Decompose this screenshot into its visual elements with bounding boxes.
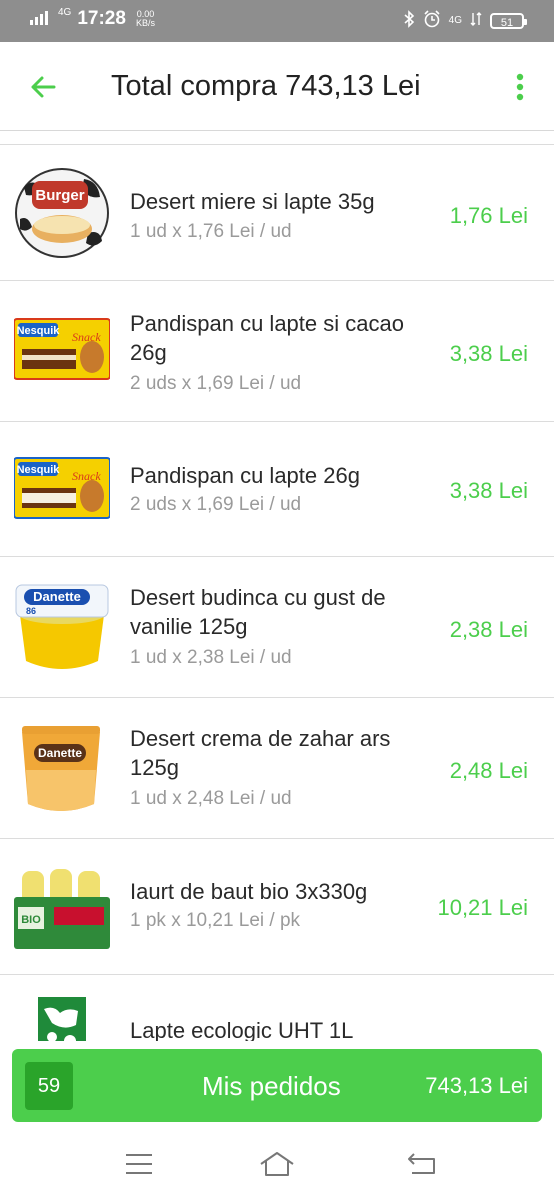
arrow-left-icon[interactable] xyxy=(28,72,58,102)
menu-icon[interactable] xyxy=(124,1152,154,1181)
svg-text:Burger: Burger xyxy=(35,187,84,204)
danette-caramel-image: Danette xyxy=(18,720,104,816)
product-name: Lapte ecologic UHT 1L xyxy=(130,1018,354,1041)
product-name: Iaurt de baut bio 3x330g xyxy=(130,879,368,904)
product-name: Desert crema de zahar ars 125g xyxy=(130,726,391,780)
svg-text:Nesquik: Nesquik xyxy=(17,464,61,476)
more-vertical-icon[interactable] xyxy=(510,72,530,102)
product-quantity: 1 ud x 2,38 Lei / ud xyxy=(130,647,292,668)
network-type: 4G xyxy=(58,7,72,18)
danette-vanilla-image: Danette 86 xyxy=(14,581,110,673)
svg-text:86: 86 xyxy=(26,606,36,616)
network-type-right: 4G xyxy=(448,15,462,26)
nesquik-snack-image: Nesquik Snack xyxy=(13,456,111,522)
product-price: 3,38 Lei xyxy=(449,478,528,503)
svg-text:Snack: Snack xyxy=(72,469,101,483)
organic-milk-carton-image xyxy=(34,997,90,1041)
product-price: 1,76 Lei xyxy=(449,203,528,228)
my-orders-label: Mis pedidos xyxy=(202,1071,341,1101)
product-quantity: 1 ud x 2,48 Lei / ud xyxy=(130,788,292,809)
status-left: 4G 17:28 0.00 KB/s xyxy=(30,8,155,30)
product-price: 2,38 Lei xyxy=(449,617,528,642)
back-icon[interactable] xyxy=(406,1152,438,1181)
bio-drinking-yogurt-pack-image: BIO xyxy=(14,867,110,951)
order-total: 743,13 Lei xyxy=(425,1073,528,1098)
system-nav-bar xyxy=(0,1130,554,1200)
app-header: Total compra 743,13 Lei xyxy=(0,42,554,131)
wifi-data-icon xyxy=(470,12,482,29)
my-orders-button[interactable]: 59 Mis pedidos 743,13 Lei xyxy=(12,1049,542,1122)
product-name: Desert budinca cu gust de vanilie 125g xyxy=(130,585,386,639)
list-item[interactable]: Nesquik Snack Pandispan cu lapte 26g 2 u… xyxy=(0,422,554,557)
product-quantity: 2 uds x 1,69 Lei / ud xyxy=(130,373,302,394)
network-speed-unit: KB/s xyxy=(135,18,155,28)
milk-burger-dessert-image: Burger xyxy=(14,167,110,259)
svg-text:BIO: BIO xyxy=(21,914,41,926)
list-item[interactable]: BIO Iaurt de baut bio 3x330g 1 pk x 10,2… xyxy=(0,839,554,975)
product-quantity: 1 ud x 1,76 Lei / ud xyxy=(130,221,292,242)
status-time: 17:28 xyxy=(77,8,126,29)
svg-text:Danette: Danette xyxy=(33,589,81,604)
product-price: 2,48 Lei xyxy=(449,758,528,783)
status-bar: 4G 17:28 0.00 KB/s 4G 51 xyxy=(0,0,554,42)
product-list[interactable]: Burger Desert miere si lapte 35g 1 ud x … xyxy=(0,144,554,1041)
svg-text:Snack: Snack xyxy=(72,330,101,344)
product-quantity: 1 pk x 10,21 Lei / pk xyxy=(130,910,301,931)
product-name: Pandispan cu lapte 26g xyxy=(130,463,360,488)
items-count-badge: 59 xyxy=(25,1062,73,1110)
list-item[interactable]: Lapte ecologic UHT 1L xyxy=(0,975,554,1041)
list-item[interactable]: Burger Desert miere si lapte 35g 1 ud x … xyxy=(0,145,554,281)
home-icon[interactable] xyxy=(258,1150,296,1183)
list-item[interactable]: Danette Desert crema de zahar ars 125g 1… xyxy=(0,698,554,839)
list-item[interactable]: Nesquik Snack Pandispan cu lapte si caca… xyxy=(0,281,554,422)
product-name: Pandispan cu lapte si cacao 26g xyxy=(130,311,404,365)
page-title: Total compra 743,13 Lei xyxy=(111,70,421,102)
signal-icon xyxy=(30,9,52,30)
battery-indicator: 51 xyxy=(490,12,527,29)
svg-text:Danette: Danette xyxy=(38,746,82,760)
product-name: Desert miere si lapte 35g xyxy=(130,189,375,214)
svg-text:Nesquik: Nesquik xyxy=(17,325,61,337)
list-item[interactable]: Danette 86 Desert budinca cu gust de van… xyxy=(0,557,554,698)
product-quantity: 2 uds x 1,69 Lei / ud xyxy=(130,494,302,515)
status-right: 4G 51 xyxy=(403,10,527,31)
nesquik-snack-cacao-image: Nesquik Snack xyxy=(13,315,111,385)
product-price: 10,21 Lei xyxy=(437,895,528,920)
alarm-icon xyxy=(423,10,441,31)
product-price: 3,38 Lei xyxy=(449,341,528,366)
bluetooth-icon xyxy=(403,10,415,31)
network-speed: 0.00 KB/s xyxy=(136,10,155,28)
